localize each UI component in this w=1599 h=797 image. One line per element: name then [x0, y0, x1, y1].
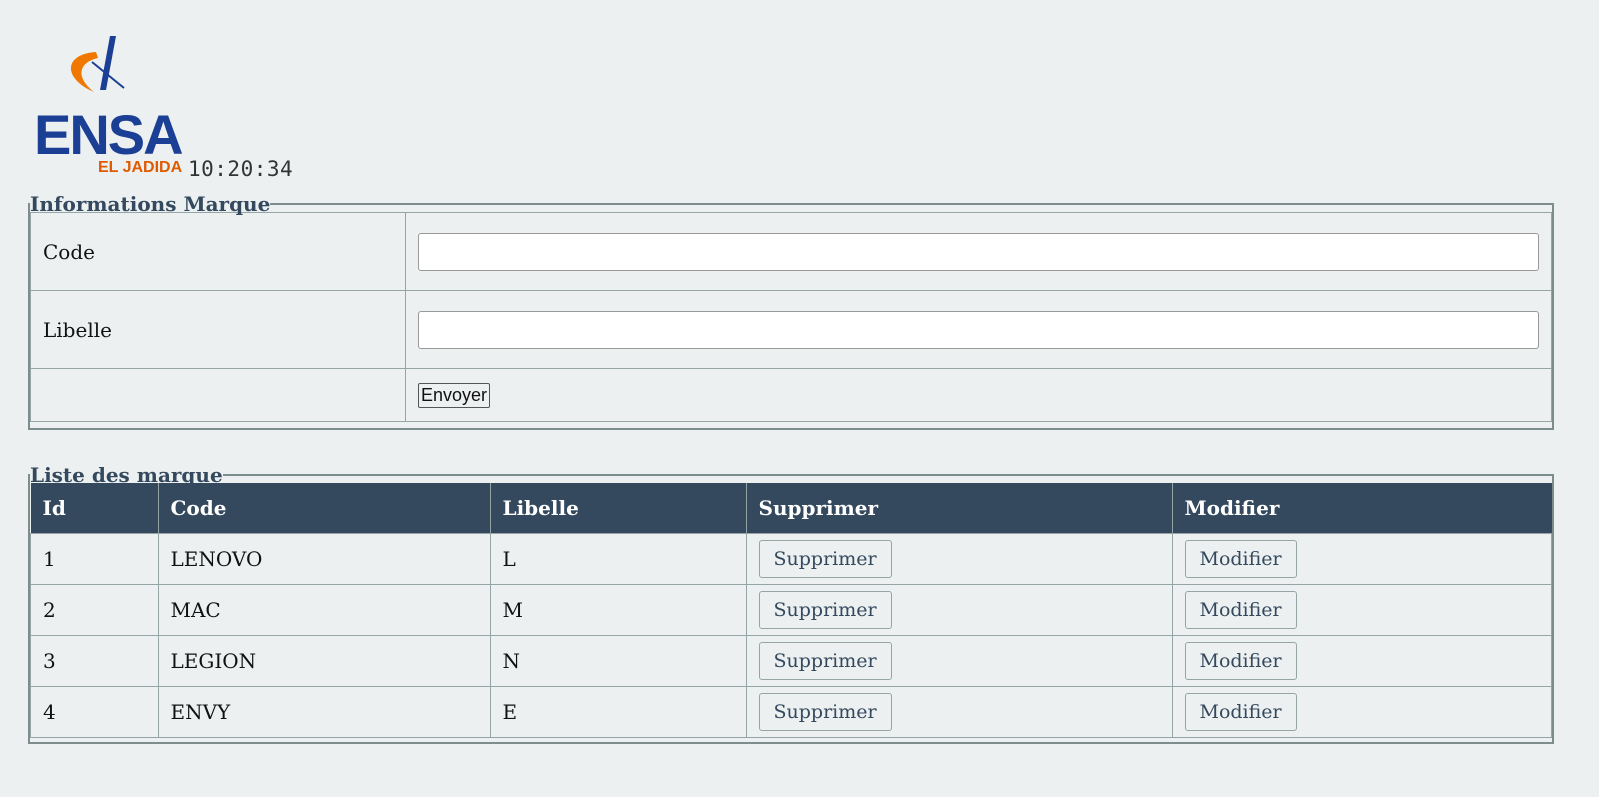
delete-button[interactable]: Supprimer [758, 642, 892, 680]
ensa-logo-graphic: ENSA EL JADIDA [34, 36, 184, 176]
clock: 10:20:34 [188, 157, 294, 181]
cell-delete: Supprimer [745, 533, 1173, 585]
table-row: 4 ENVY E Supprimer Modifier [30, 686, 1552, 738]
delete-button[interactable]: Supprimer [758, 693, 892, 731]
ensa-logo: ENSA EL JADIDA [34, 32, 184, 182]
brand-list-legend: Liste des marque [30, 463, 223, 487]
cell-id: 3 [30, 635, 159, 687]
table-row: 3 LEGION N Supprimer Modifier [30, 635, 1552, 687]
brand-list-fieldset: Liste des marque Id Code Libelle Supprim… [28, 463, 1554, 744]
form-row-libelle: Libelle [30, 290, 1552, 369]
cell-code: LENOVO [157, 533, 491, 585]
column-header-supprimer: Supprimer [745, 483, 1172, 534]
brand-info-fieldset: Informations Marque Code Libelle Envoyer [28, 192, 1554, 430]
cell-code: MAC [157, 584, 491, 636]
cell-libelle: M [489, 584, 747, 636]
code-input[interactable] [418, 232, 1539, 271]
cell-edit: Modifier [1171, 635, 1552, 687]
form-row-code: Code [30, 212, 1552, 291]
cell-libelle: L [489, 533, 747, 585]
brand-list-table: Id Code Libelle Supprimer Modifier 1 LEN… [30, 483, 1552, 738]
cell-delete: Supprimer [745, 635, 1173, 687]
cell-edit: Modifier [1171, 686, 1552, 738]
logo-subtext: EL JADIDA [98, 159, 183, 176]
column-header-id: Id [30, 483, 158, 534]
empty-cell [30, 368, 406, 422]
edit-button[interactable]: Modifier [1184, 693, 1297, 731]
brand-info-legend: Informations Marque [30, 192, 271, 216]
brand-form-table: Code Libelle Envoyer [30, 212, 1552, 422]
column-header-libelle: Libelle [489, 483, 746, 534]
submit-cell: Envoyer [405, 368, 1552, 422]
cell-libelle: E [489, 686, 747, 738]
cell-id: 4 [30, 686, 159, 738]
code-label: Code [30, 212, 406, 291]
libelle-input[interactable] [418, 310, 1539, 349]
cell-delete: Supprimer [745, 686, 1173, 738]
page-header: ENSA EL JADIDA 10:20:34 [34, 30, 293, 182]
submit-button[interactable]: Envoyer [418, 383, 491, 408]
code-input-cell [405, 212, 1552, 291]
edit-button[interactable]: Modifier [1184, 540, 1297, 578]
cell-code: ENVY [157, 686, 491, 738]
logo-text: ENSA [34, 103, 182, 166]
delete-button[interactable]: Supprimer [758, 591, 892, 629]
form-row-submit: Envoyer [30, 368, 1552, 422]
libelle-input-cell [405, 290, 1552, 369]
column-header-code: Code [157, 483, 490, 534]
column-header-modifier: Modifier [1171, 483, 1552, 534]
edit-button[interactable]: Modifier [1184, 642, 1297, 680]
libelle-label: Libelle [30, 290, 406, 369]
table-row: 2 MAC M Supprimer Modifier [30, 584, 1552, 636]
cell-edit: Modifier [1171, 533, 1552, 585]
table-header-row: Id Code Libelle Supprimer Modifier [30, 483, 1552, 534]
cell-edit: Modifier [1171, 584, 1552, 636]
cell-libelle: N [489, 635, 747, 687]
table-row: 1 LENOVO L Supprimer Modifier [30, 533, 1552, 585]
delete-button[interactable]: Supprimer [758, 540, 892, 578]
cell-id: 2 [30, 584, 159, 636]
cell-code: LEGION [157, 635, 491, 687]
edit-button[interactable]: Modifier [1184, 591, 1297, 629]
cell-delete: Supprimer [745, 584, 1173, 636]
cell-id: 1 [30, 533, 159, 585]
